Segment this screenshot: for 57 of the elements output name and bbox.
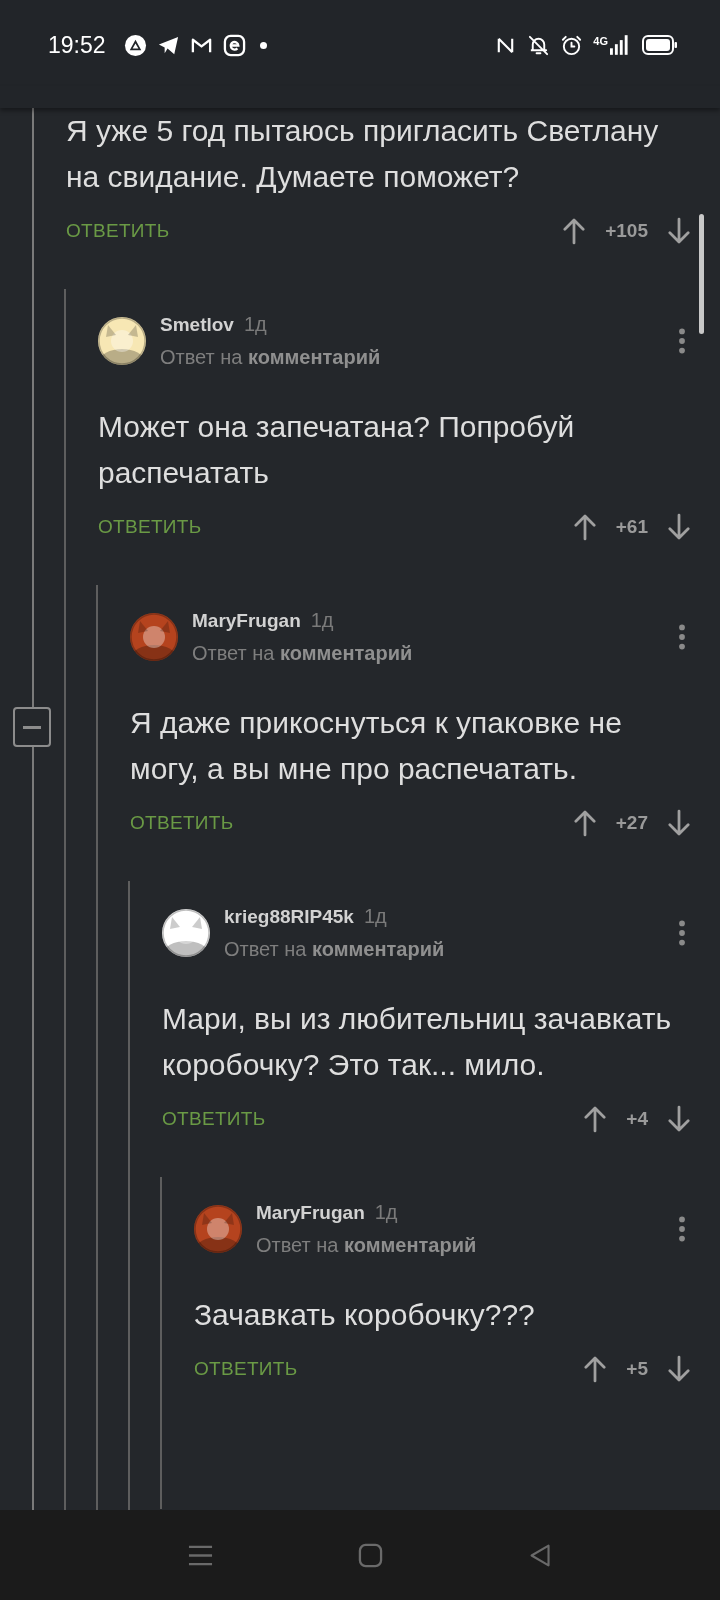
comment-age: 1д bbox=[374, 1201, 398, 1224]
collapse-button[interactable] bbox=[13, 707, 51, 747]
comment-link[interactable]: комментарий bbox=[312, 938, 445, 960]
comment-link[interactable]: комментарий bbox=[248, 346, 381, 368]
up-arrow-icon[interactable] bbox=[584, 1354, 607, 1384]
network-type: 4G bbox=[593, 35, 608, 47]
comment-text: Мари, вы из любительниц зачавкать коробочку? Это так... мило. bbox=[162, 1001, 673, 1083]
comment-age: 1д bbox=[310, 609, 334, 632]
notification-dot-icon bbox=[259, 41, 267, 49]
score: +5 bbox=[626, 1358, 648, 1380]
comment-age: 1д bbox=[243, 313, 267, 336]
comment-link[interactable]: комментарий bbox=[280, 642, 413, 664]
up-arrow-icon[interactable] bbox=[573, 808, 596, 838]
comment-text: Зачавкать коробочку??? bbox=[194, 1297, 536, 1333]
app-badge-icon bbox=[222, 33, 246, 57]
comment-text: Я уже 5 год пытаюсь пригласить Светлану на свидание. Думаете поможет? bbox=[66, 113, 660, 195]
author-name[interactable]: MaryFrugan bbox=[192, 610, 301, 632]
reply-button[interactable]: ОТВЕТИТЬ bbox=[130, 812, 234, 834]
comment-text: Может она запечатана? Попробуй распечатать bbox=[98, 409, 576, 491]
reply-button[interactable]: ОТВЕТИТЬ bbox=[194, 1358, 298, 1380]
score: +105 bbox=[605, 220, 648, 242]
comment-link[interactable]: комментарий bbox=[344, 1234, 477, 1256]
more-icon[interactable] bbox=[678, 1215, 686, 1243]
battery-icon bbox=[642, 35, 678, 55]
down-arrow-icon[interactable] bbox=[668, 808, 690, 838]
more-icon[interactable] bbox=[678, 919, 686, 947]
up-arrow-icon[interactable] bbox=[584, 1104, 607, 1134]
score: +27 bbox=[615, 812, 648, 834]
score: +4 bbox=[626, 1108, 648, 1130]
triangle-app-icon bbox=[123, 33, 147, 57]
reply-context: Ответ на комментарий bbox=[224, 938, 446, 961]
reply-context: Ответ на комментарий bbox=[192, 642, 414, 665]
reply-button[interactable]: ОТВЕТИТЬ bbox=[162, 1108, 266, 1130]
score: +61 bbox=[615, 516, 648, 538]
down-arrow-icon[interactable] bbox=[668, 1104, 690, 1134]
down-arrow-icon[interactable] bbox=[668, 512, 690, 542]
alarm-icon bbox=[560, 33, 584, 57]
reply-context: Ответ на комментарий bbox=[160, 346, 382, 369]
status-time: 19:52 bbox=[48, 31, 106, 59]
author-name[interactable]: Smetlov bbox=[160, 314, 234, 336]
reply-button[interactable]: ОТВЕТИТЬ bbox=[66, 220, 170, 242]
reply-button[interactable]: ОТВЕТИТЬ bbox=[98, 516, 202, 538]
author-name[interactable]: krieg88RIP45k bbox=[224, 906, 354, 928]
comment-text: Я даже прикоснуться к упаковке не могу, а вы мне про распечатать. bbox=[130, 705, 623, 787]
reply-context: Ответ на комментарий bbox=[256, 1234, 478, 1257]
home-square-icon[interactable] bbox=[357, 1542, 383, 1568]
comment-age: 1д bbox=[363, 905, 387, 928]
bell-off-icon bbox=[527, 33, 551, 57]
down-arrow-icon[interactable] bbox=[668, 1354, 690, 1384]
down-arrow-icon[interactable] bbox=[668, 216, 690, 246]
up-arrow-icon[interactable] bbox=[563, 216, 586, 246]
scrollbar[interactable] bbox=[699, 214, 704, 334]
author-name[interactable]: MaryFrugan bbox=[256, 1202, 365, 1224]
signal-icon bbox=[610, 34, 628, 56]
more-icon[interactable] bbox=[678, 327, 686, 355]
more-icon[interactable] bbox=[678, 623, 686, 651]
up-arrow-icon[interactable] bbox=[573, 512, 596, 542]
